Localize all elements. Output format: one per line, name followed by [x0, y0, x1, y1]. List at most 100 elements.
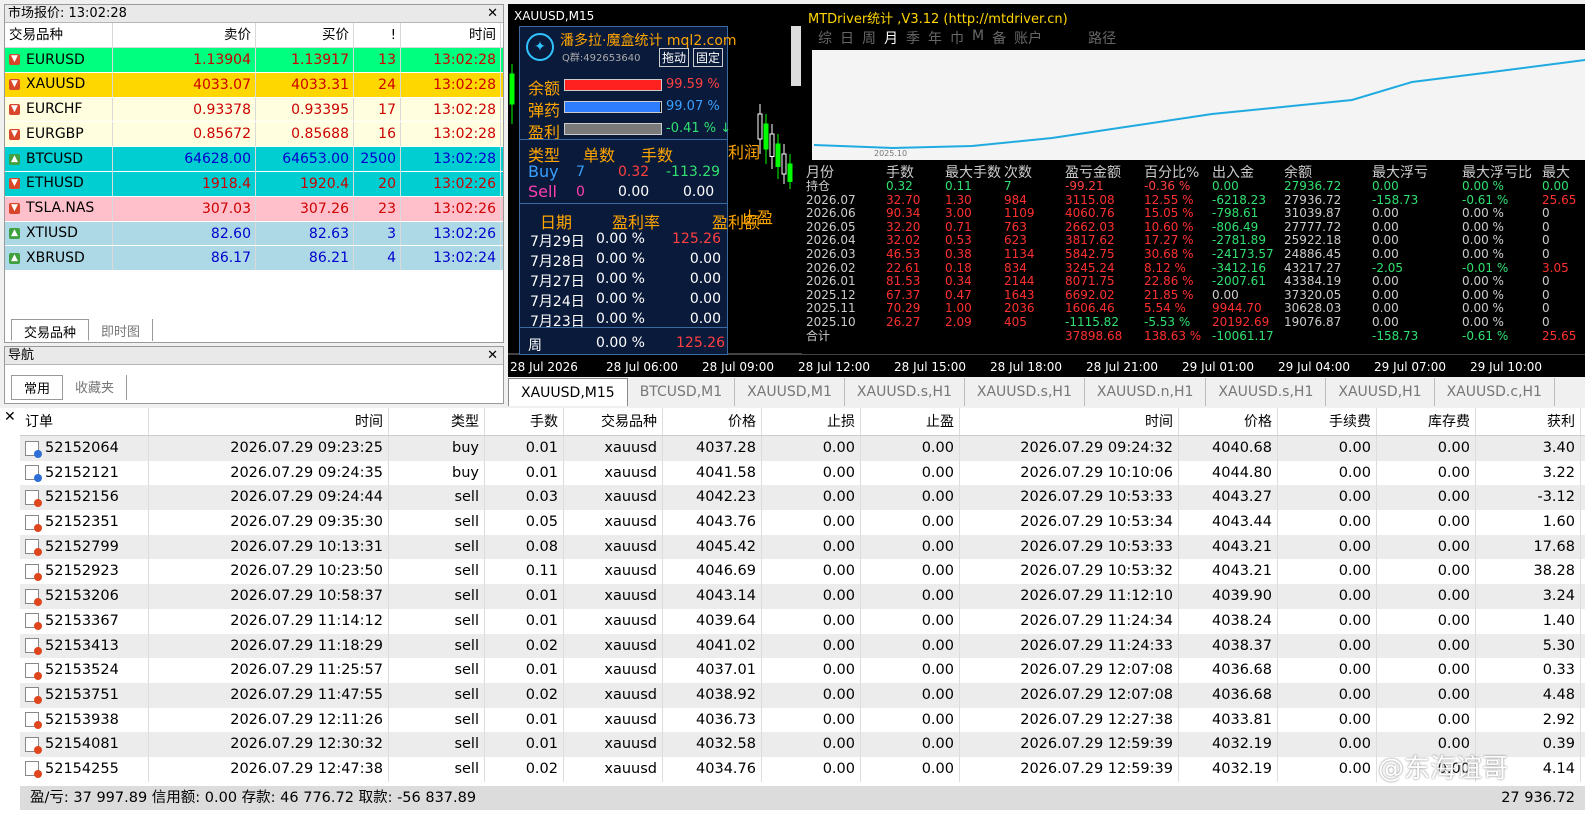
chart-symbol-label: XAUUSD,M15 — [514, 9, 594, 23]
stats-cell: 3.05 — [1542, 261, 1569, 275]
cell-text: 2026.07.29 10:53:34 — [1020, 514, 1173, 531]
history-col[interactable]: 时间 — [149, 408, 389, 435]
chart-tab[interactable]: XAUUSD.c,H1 — [1435, 378, 1555, 406]
history-col[interactable]: 获利 — [1476, 408, 1581, 435]
summary-total: 27 936.72 — [1501, 790, 1575, 806]
tab-common[interactable]: 常用 — [11, 375, 64, 400]
market-row[interactable]: ▼ EURUSD 1.13904 1.13917 13 13:02:28 — [5, 48, 503, 73]
history-col[interactable]: 交易品种 — [564, 408, 663, 435]
table-row[interactable]: 52152799 2026.07.29 10:13:31 sell 0.08 xauus… — [20, 534, 1585, 560]
history-cell: 0.00 — [861, 608, 960, 634]
history-cell: sell — [389, 608, 485, 634]
market-row[interactable]: ▼ XAUUSD 4033.07 4033.31 24 13:02:28 — [5, 72, 503, 98]
side-toolbar[interactable] — [791, 26, 801, 86]
table-row[interactable]: 52152156 2026.07.29 09:24:44 sell 0.03 xauus… — [20, 485, 1585, 511]
stats-tab[interactable]: 备 — [992, 28, 1006, 48]
history-cell: 4032.58 — [663, 732, 762, 757]
market-row[interactable]: ▼ EURCHF 0.93378 0.93395 17 13:02:28 — [5, 97, 503, 123]
history-col[interactable]: 手续费 — [1278, 408, 1377, 435]
table-row[interactable]: 52152923 2026.07.29 10:23:50 sell 0.11 xauus… — [20, 559, 1585, 585]
market-row[interactable]: ▲ XTIUSD 82.60 82.63 3 13:02:26 — [5, 221, 503, 247]
stats-tab[interactable]: 路径 — [1088, 28, 1116, 48]
market-row[interactable]: ▼ EURGBP 0.85672 0.85688 16 13:02:28 — [5, 122, 503, 148]
stats-cell: 70.29 — [886, 302, 921, 316]
tab-favorites[interactable]: 收藏夹 — [63, 375, 128, 400]
chart-tab[interactable]: XAUUSD.s,H1 — [845, 378, 965, 406]
stats-tab[interactable]: 年 — [928, 28, 942, 48]
stats-tab[interactable]: 周 — [862, 28, 876, 48]
history-cell: 2026.07.29 10:53:33 — [960, 534, 1179, 560]
ask-cell: 64653.00 — [256, 147, 354, 171]
history-cell: 0.08 — [485, 534, 564, 560]
history-cell: 52153367 — [20, 608, 149, 634]
hdr-count: 单数 — [583, 146, 616, 165]
stats-tab[interactable]: 巾 — [950, 28, 964, 48]
col-ask[interactable]: 买价 — [256, 23, 354, 47]
table-row[interactable]: 52152064 2026.07.29 09:23:25 buy 0.01 xauusd… — [20, 436, 1585, 461]
market-row[interactable]: ▲ BTCUSD 64628.00 64653.00 2500 13:02:28 — [5, 147, 503, 172]
chart-tab[interactable]: XAUUSD,M15 — [508, 378, 628, 406]
close-icon[interactable]: ✕ — [487, 347, 498, 365]
history-col[interactable]: 止损 — [762, 408, 861, 435]
history-col[interactable]: 止盈 — [861, 408, 960, 435]
table-row[interactable]: 52153413 2026.07.29 11:18:29 sell 0.02 xauus… — [20, 633, 1585, 659]
table-row[interactable]: 52153206 2026.07.29 10:58:37 sell 0.01 xauus… — [20, 584, 1585, 609]
fix-button[interactable]: 固定 — [693, 48, 724, 67]
history-col[interactable]: 价格 — [663, 408, 762, 435]
market-row[interactable]: ▲ XBRUSD 86.17 86.21 4 13:02:24 — [5, 246, 503, 272]
tab-tick-chart[interactable]: 即时图 — [89, 319, 154, 341]
history-col[interactable]: 时间 — [960, 408, 1179, 435]
history-col[interactable]: 类型 — [389, 408, 485, 435]
table-row[interactable]: 52152351 2026.07.29 09:35:30 sell 0.05 xauus… — [20, 510, 1585, 535]
table-row[interactable]: 52153938 2026.07.29 12:11:26 sell 0.01 xauus… — [20, 707, 1585, 733]
history-cell: 0.00 — [1377, 633, 1476, 659]
chart-tab[interactable]: XAUUSD.n,H1 — [1085, 378, 1207, 406]
price-chart[interactable]: XAUUSD,M15 28 Jul 2026 28 Jul 06:00 28 Jul… — [508, 4, 1585, 377]
stats-tab[interactable]: 日 — [840, 28, 854, 48]
stats-cell: 37320.05 — [1284, 288, 1342, 302]
stats-tab[interactable]: 月 — [884, 28, 898, 48]
chart-tab[interactable]: XAUUSD,M1 — [735, 378, 845, 406]
chart-tab[interactable]: BTCUSD,M1 — [628, 378, 736, 406]
tab-symbols[interactable]: 交易品种 — [11, 319, 90, 341]
table-row[interactable]: 52154081 2026.07.29 12:30:32 sell 0.01 xauus… — [20, 732, 1585, 757]
close-icon[interactable]: ✕ — [487, 5, 498, 23]
table-row[interactable]: 52153751 2026.07.29 11:47:55 sell 0.02 xauus… — [20, 682, 1585, 708]
col-spread[interactable]: ! — [354, 23, 401, 47]
move-button[interactable]: 拖动 — [659, 48, 690, 67]
stats-cell: 0.71 — [945, 220, 972, 234]
market-row[interactable]: ▼ TSLA.NAS 307.03 307.26 23 13:02:26 — [5, 196, 503, 222]
stats-tab[interactable]: M — [972, 28, 984, 48]
col-bid[interactable]: 卖价 — [113, 23, 256, 47]
stats-cell: 0.00 % — [1462, 220, 1504, 234]
history-col[interactable]: 手数 — [485, 408, 564, 435]
mtdriver-stats: MTDriver统计 ,V3.12 (http://mtdriver.cn) 综… — [802, 4, 1585, 354]
history-cell: sell — [389, 584, 485, 609]
chart-tab[interactable]: XAUUSD,H1 — [1326, 378, 1435, 406]
sell-order-icon — [25, 539, 42, 557]
table-row[interactable]: 52152121 2026.07.29 09:24:35 buy 0.01 xauusd… — [20, 460, 1585, 486]
history-col[interactable]: 价格 — [1179, 408, 1278, 435]
stats-tab[interactable]: 季 — [906, 28, 920, 48]
history-col[interactable]: 订单 — [20, 408, 149, 435]
history-col[interactable]: 库存费 — [1377, 408, 1476, 435]
table-row[interactable]: 52153367 2026.07.29 11:14:12 sell 0.01 xauus… — [20, 608, 1585, 634]
chart-tab[interactable]: XAUUSD.s,H1 — [1206, 378, 1327, 406]
stats-cell: 37898.68 — [1065, 329, 1123, 343]
equity-curve-area: 2025.10 — [812, 50, 1585, 160]
stats-tab[interactable]: 账户 — [1014, 28, 1042, 48]
chart-tab[interactable]: XAUUSD.s,H1 — [965, 378, 1085, 406]
stats-cell: 21.85 % — [1144, 288, 1194, 302]
market-row[interactable]: ▼ ETHUSD 1918.4 1920.4 20 13:02:26 — [5, 171, 503, 197]
stats-cell: 2036 — [1004, 302, 1035, 316]
col-time[interactable]: 时间 — [401, 23, 501, 47]
col-symbol[interactable]: 交易品种 — [5, 23, 113, 47]
history-cell: 0.00 — [1278, 460, 1377, 486]
history-cell: xauusd — [564, 584, 663, 609]
stats-tab[interactable]: 综 — [818, 28, 832, 48]
ask-cell: 1920.4 — [256, 171, 354, 196]
table-row[interactable]: 52153524 2026.07.29 11:25:57 sell 0.01 xauus… — [20, 658, 1585, 683]
table-row[interactable]: 52154255 2026.07.29 12:47:38 sell 0.02 xauus… — [20, 756, 1585, 782]
history-cell: 0.00 — [762, 534, 861, 560]
close-icon[interactable]: ✕ — [4, 409, 16, 425]
